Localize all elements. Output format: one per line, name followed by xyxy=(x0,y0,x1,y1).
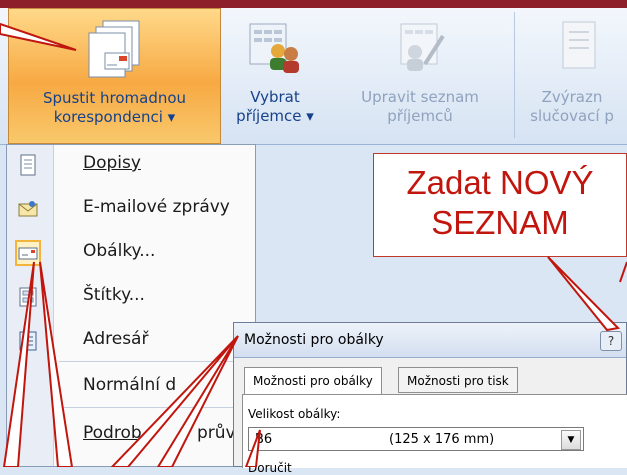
mail-merge-icon xyxy=(88,20,139,78)
start-mail-merge-label-2: korespondenci ▾ xyxy=(53,108,176,126)
envelope-size-dims: (125 x 176 mm) xyxy=(389,432,495,447)
menu-item-label: Dopisy xyxy=(83,153,141,173)
menu-item-directory[interactable]: Adresář xyxy=(7,321,257,361)
arrow-from-callout xyxy=(547,256,621,332)
envelope-size-select[interactable]: B6 (125 x 176 mm) ▼ xyxy=(248,427,584,451)
envelope-size-value: B6 xyxy=(255,432,273,447)
delivery-address-label: Doručit xyxy=(248,461,292,475)
chevron-down-icon[interactable]: ▼ xyxy=(561,430,581,450)
menu-item-email-messages[interactable]: E-mailové zprávy xyxy=(7,189,257,229)
menu-item-label: Obálky... xyxy=(83,241,156,261)
envelope-options-dialog: Možnosti pro obálky ? Možnosti pro obálk… xyxy=(233,322,627,475)
dialog-title: Možnosti pro obálky xyxy=(244,332,384,348)
tab-printing-options[interactable]: Možnosti pro tisk xyxy=(398,367,518,393)
highlight-merge-fields-icon xyxy=(562,21,596,69)
menu-item-letters[interactable]: Dopisy xyxy=(7,145,257,185)
menu-item-normal-document[interactable]: Normální d xyxy=(7,367,257,407)
menu-item-label: Štítky... xyxy=(83,285,145,305)
edit-recipient-list-label-1: Upravit seznam xyxy=(361,88,479,106)
tab-envelope-options[interactable]: Možnosti pro obálky xyxy=(244,367,382,395)
annotation-callout: Zadat NOVÝ SEZNAM xyxy=(373,153,627,257)
start-mail-merge-label-1: Spustit hromadnou xyxy=(42,89,187,107)
menu-item-wizard[interactable]: Podrob průvodce xyxy=(7,415,277,455)
callout-line-2: SEZNAM xyxy=(431,204,569,241)
mail-merge-dropdown-menu: Dopisy E-mailové zprávy Obálky... Štítky… xyxy=(6,144,277,467)
help-button[interactable]: ? xyxy=(600,331,622,351)
ribbon-group-separator xyxy=(514,12,515,138)
edit-recipient-list-icon xyxy=(400,23,445,71)
highlight-merge-fields-button[interactable]: Zvýrazn slučovací p xyxy=(519,8,627,144)
envelope-size-label: Velikost obálky: xyxy=(248,407,341,421)
labels-icon xyxy=(19,287,37,307)
directory-icon xyxy=(19,331,37,351)
dialog-title-bar: Možnosti pro obálky ? xyxy=(234,323,626,358)
edit-recipient-list-button[interactable]: Upravit seznam příjemců xyxy=(330,8,510,144)
highlight-merge-fields-label-2: slučovací p xyxy=(530,107,614,125)
menu-item-label: Adresář xyxy=(83,329,149,349)
menu-item-labels[interactable]: Štítky... xyxy=(7,277,257,317)
select-recipients-icon xyxy=(249,23,299,73)
select-recipients-label-1: Vybrat xyxy=(250,88,300,106)
callout-line-1: Zadat NOVÝ xyxy=(406,164,594,201)
select-recipients-button[interactable]: Vybrat příjemce ▾ xyxy=(225,8,325,144)
arrow-from-callout-2 xyxy=(619,261,627,283)
envelope-icon xyxy=(15,240,41,266)
highlight-merge-fields-label-1: Zvýrazn xyxy=(541,88,603,106)
start-mail-merge-button[interactable]: Spustit hromadnou korespondenci ▾ xyxy=(8,8,221,144)
email-icon xyxy=(18,201,38,217)
menu-item-label: E-mailové zprávy xyxy=(83,197,230,217)
menu-item-label: Normální d xyxy=(83,375,177,395)
menu-item-label: Podrob xyxy=(83,423,142,443)
menu-separator xyxy=(59,407,249,408)
letter-icon xyxy=(20,154,36,176)
select-recipients-label-2: příjemce ▾ xyxy=(236,107,314,125)
title-bar-strip xyxy=(0,0,627,8)
edit-recipient-list-label-2: příjemců xyxy=(387,107,453,125)
menu-separator xyxy=(59,361,249,362)
menu-item-envelopes[interactable]: Obálky... xyxy=(7,233,257,273)
